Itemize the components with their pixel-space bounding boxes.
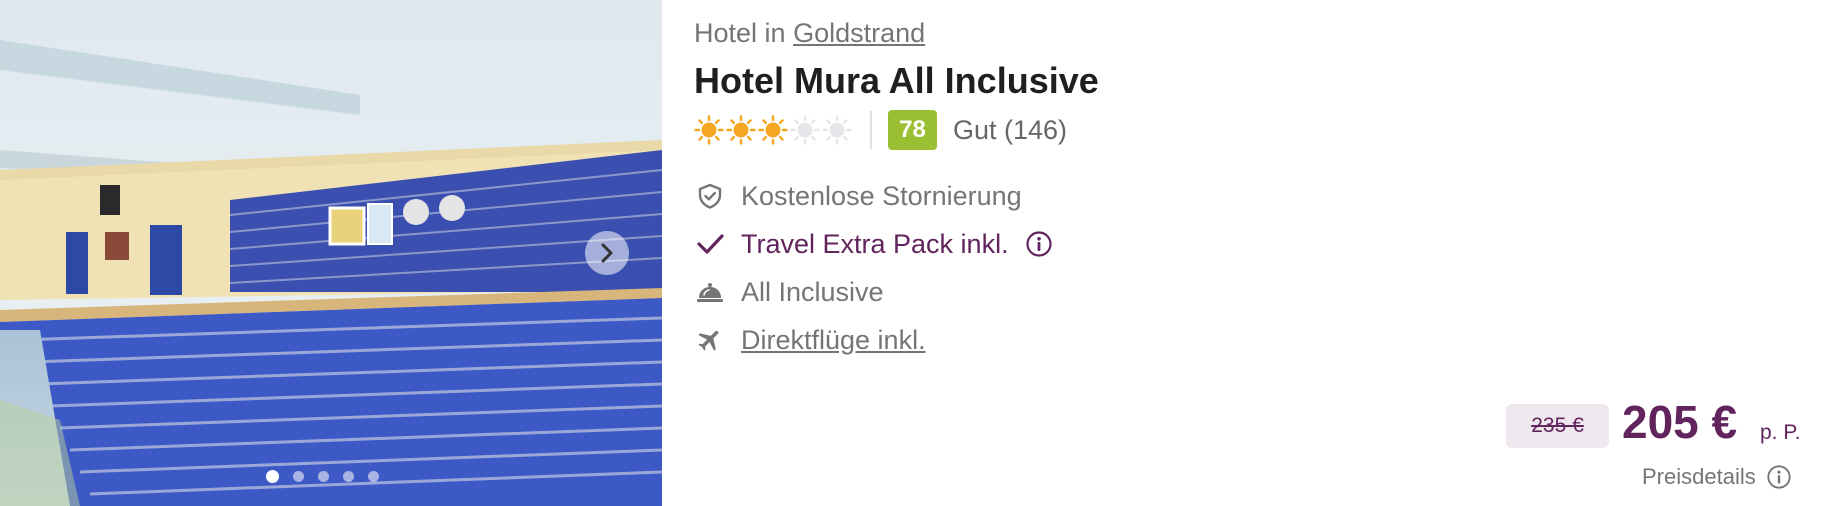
feature-label: Kostenlose Stornierung xyxy=(741,180,1022,211)
location-prefix: Hotel in xyxy=(694,18,786,48)
feature-travel-extra-pack: Travel Extra Pack inkl. xyxy=(694,228,1053,260)
checkmark-icon xyxy=(694,228,726,260)
rating-row: 78 Gut (146) xyxy=(694,110,1067,150)
feature-label: All Inclusive xyxy=(741,276,884,307)
info-icon xyxy=(1767,465,1791,489)
shield-check-icon xyxy=(694,180,726,212)
gallery-dot[interactable] xyxy=(266,470,279,483)
feature-free-cancellation: Kostenlose Stornierung xyxy=(694,180,1022,212)
location-link[interactable]: Goldstrand xyxy=(793,18,925,48)
direct-flights-link[interactable]: Direktflüge inkl. xyxy=(741,325,926,356)
next-image-button[interactable] xyxy=(585,231,629,275)
gallery-dot[interactable] xyxy=(318,471,329,482)
info-icon[interactable] xyxy=(1025,230,1053,258)
feature-label: Travel Extra Pack inkl. xyxy=(741,228,1009,259)
gallery-dot[interactable] xyxy=(368,471,379,482)
star-filled-icon xyxy=(758,115,788,145)
location-line: Hotel in Goldstrand xyxy=(694,18,925,49)
gallery-dot[interactable] xyxy=(343,471,354,482)
gallery-dot[interactable] xyxy=(293,471,304,482)
star-empty-icon xyxy=(822,115,852,145)
chevron-right-icon xyxy=(601,243,613,263)
feature-all-inclusive: All Inclusive xyxy=(694,276,884,308)
price-details-link[interactable]: Preisdetails xyxy=(1642,464,1792,490)
plane-icon xyxy=(694,324,726,356)
rating-divider xyxy=(870,111,872,149)
lobby-image xyxy=(0,0,662,506)
old-price: 235 € xyxy=(1506,404,1609,448)
star-rating xyxy=(694,115,854,145)
gallery-dots xyxy=(266,470,379,483)
star-filled-icon xyxy=(694,115,724,145)
hotel-card[interactable]: Hotel in Goldstrand Hotel Mura All Inclu… xyxy=(0,0,1824,506)
score-badge: 78 xyxy=(888,110,937,150)
feature-direct-flights: Direktflüge inkl. xyxy=(694,324,926,356)
hotel-name[interactable]: Hotel Mura All Inclusive xyxy=(694,60,1099,102)
review-label[interactable]: Gut (146) xyxy=(953,115,1067,146)
hotel-photo[interactable] xyxy=(0,0,662,506)
star-empty-icon xyxy=(790,115,820,145)
star-filled-icon xyxy=(726,115,756,145)
cloche-icon xyxy=(694,276,726,308)
price-details-label: Preisdetails xyxy=(1642,464,1756,489)
current-price: 205 € xyxy=(1622,396,1738,448)
price-unit: p. P. xyxy=(1760,421,1801,444)
